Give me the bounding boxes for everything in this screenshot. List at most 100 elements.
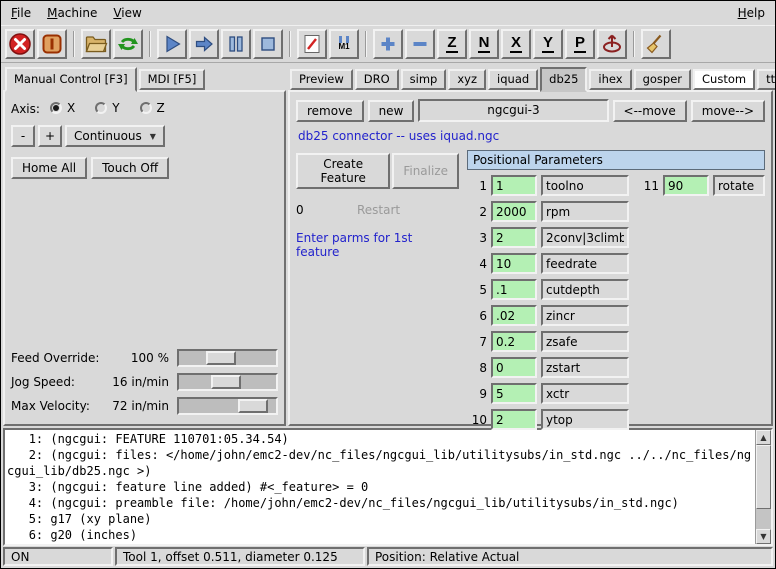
touch-off-button[interactable]: Touch Off	[91, 157, 169, 179]
param-value-input[interactable]	[491, 383, 537, 404]
tab-xyz[interactable]: xyz	[448, 69, 486, 90]
reload-file-button[interactable]	[113, 29, 143, 59]
max-velocity-slider-handle[interactable]	[238, 399, 268, 413]
tab-manual[interactable]: Manual Control [F3]	[5, 67, 137, 92]
param-name-input[interactable]	[541, 227, 629, 248]
tab-ttt[interactable]: ttt	[757, 69, 776, 90]
axis-x-radio[interactable]: X	[50, 101, 75, 115]
step-button[interactable]	[189, 29, 219, 59]
param-number: 1	[467, 179, 487, 193]
view-z2-icon: N	[478, 35, 491, 53]
tab-name-entry[interactable]: ngcgui-3	[418, 99, 608, 122]
tab-preview[interactable]: Preview	[290, 69, 353, 90]
skip-lines-button[interactable]	[297, 29, 327, 59]
machine-power-button[interactable]	[37, 29, 67, 59]
param-value-input[interactable]	[491, 331, 537, 352]
param-name-input[interactable]	[541, 409, 629, 430]
param-number: 6	[467, 309, 487, 323]
finalize-button[interactable]: Finalize	[392, 153, 459, 189]
rotate-view-button[interactable]	[597, 29, 627, 59]
param-name-input[interactable]	[541, 331, 629, 352]
axis-z-radio[interactable]: Z	[140, 101, 165, 115]
param-value-input[interactable]	[491, 227, 537, 248]
tab-mdi[interactable]: MDI [F5]	[139, 69, 206, 90]
param-name-input[interactable]	[541, 357, 629, 378]
view-perspective-button[interactable]: P	[565, 29, 595, 59]
param-value-input[interactable]	[491, 357, 537, 378]
jog-speed-slider-handle[interactable]	[211, 375, 241, 389]
param-name-input[interactable]	[713, 175, 765, 196]
menu-machine[interactable]: Machine	[39, 3, 105, 23]
view-y-icon: Y	[542, 35, 554, 53]
param-name-input[interactable]	[541, 383, 629, 404]
param-value-input[interactable]	[491, 175, 537, 196]
param-name-input[interactable]	[541, 253, 629, 274]
param-number: 10	[467, 413, 487, 427]
param-value-input[interactable]	[491, 279, 537, 300]
estop-button[interactable]	[5, 29, 35, 59]
param-name-input[interactable]	[541, 305, 629, 326]
feature-controls: Create Feature Finalize 0 Restart Enter …	[296, 150, 459, 259]
tab-ihex[interactable]: ihex	[589, 69, 631, 90]
pause-button[interactable]	[221, 29, 251, 59]
move-left-button[interactable]: <--move	[613, 100, 687, 122]
scrollbar-thumb[interactable]	[756, 445, 771, 509]
tab-iquad[interactable]: iquad	[488, 69, 538, 90]
tab-simp[interactable]: simp	[401, 69, 447, 90]
positional-parameters-header: Positional Parameters	[467, 150, 765, 170]
open-file-button[interactable]	[81, 29, 111, 59]
move-right-button[interactable]: move-->	[691, 100, 765, 122]
max-velocity-slider[interactable]	[177, 397, 278, 415]
scroll-down-arrow-icon[interactable]: ▼	[756, 529, 771, 544]
feed-override-slider[interactable]	[177, 349, 278, 367]
parameters-grid: 1112345678910	[467, 175, 765, 430]
feed-override-slider-handle[interactable]	[206, 351, 236, 365]
tab-custom[interactable]: Custom	[693, 69, 755, 90]
menu-help[interactable]: Help	[730, 3, 773, 23]
param-value-input[interactable]	[491, 201, 537, 222]
jog-minus-button[interactable]: -	[11, 125, 35, 147]
log-scrollbar[interactable]: ▲ ▼	[755, 430, 771, 544]
gcode-log-area[interactable]: 1: (ngcgui: FEATURE 110701:05.34.54) 2: …	[3, 428, 773, 546]
view-x-button[interactable]: X	[501, 29, 531, 59]
scrollbar-track[interactable]	[756, 445, 771, 529]
param-value-input[interactable]	[491, 253, 537, 274]
tab-dro[interactable]: DRO	[355, 69, 399, 90]
view-z2-button[interactable]: N	[469, 29, 499, 59]
zoom-in-button[interactable]	[373, 29, 403, 59]
zoom-out-button[interactable]	[405, 29, 435, 59]
axis-y-radio[interactable]: Y	[95, 101, 119, 115]
view-z-button[interactable]: Z	[437, 29, 467, 59]
tab-db25[interactable]: db25	[540, 67, 587, 92]
new-tab-button[interactable]: new	[368, 100, 415, 122]
restart-button[interactable]: Restart	[346, 199, 411, 221]
create-feature-button[interactable]: Create Feature	[296, 153, 390, 189]
stop-button[interactable]	[253, 29, 283, 59]
clear-plot-button[interactable]	[641, 29, 671, 59]
param-number: 9	[467, 387, 487, 401]
param-name-input[interactable]	[541, 279, 629, 300]
main-area: Manual Control [F3]MDI [F5] Axis: XYZ - …	[1, 63, 775, 428]
view-x-icon: X	[510, 35, 522, 53]
jog-plus-button[interactable]: +	[38, 125, 62, 147]
view-y-button[interactable]: Y	[533, 29, 563, 59]
param-name-input[interactable]	[541, 175, 629, 196]
scroll-up-arrow-icon[interactable]: ▲	[756, 430, 771, 445]
remove-tab-button[interactable]: remove	[296, 100, 364, 122]
spacer	[11, 185, 278, 346]
jog-speed-slider[interactable]	[177, 373, 278, 391]
menu-file[interactable]: File	[3, 3, 39, 23]
tab-gosper[interactable]: gosper	[634, 69, 691, 90]
menu-view[interactable]: View	[105, 3, 149, 23]
manual-control-panel: Manual Control [F3]MDI [F5] Axis: XYZ - …	[3, 65, 286, 426]
home-all-button[interactable]: Home All	[11, 157, 87, 179]
param-value-input[interactable]	[663, 175, 709, 196]
jog-mode-dropdown[interactable]: Continuous ▼	[65, 125, 165, 147]
param-value-input[interactable]	[491, 409, 537, 430]
estop-icon	[8, 32, 32, 56]
run-button[interactable]	[157, 29, 187, 59]
param-value-input[interactable]	[491, 305, 537, 326]
axis-radio-group: X Y Z	[50, 101, 185, 117]
optional-pause-button[interactable]: M1	[329, 29, 359, 59]
param-name-input[interactable]	[541, 201, 629, 222]
